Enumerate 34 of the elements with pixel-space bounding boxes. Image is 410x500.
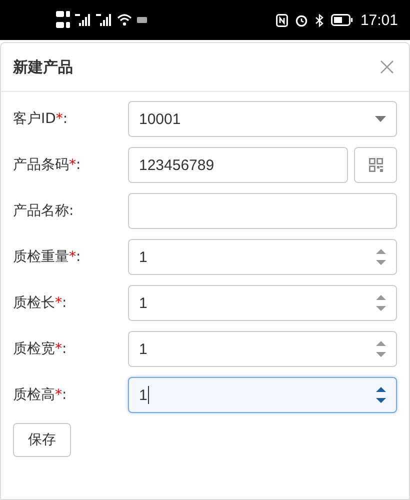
field-label: 产品条码*: bbox=[13, 156, 82, 174]
spinner-icon[interactable] bbox=[376, 294, 386, 312]
qr-code-icon bbox=[368, 158, 382, 172]
spinner-icon[interactable] bbox=[376, 340, 386, 358]
signal-icon bbox=[75, 14, 91, 26]
close-icon[interactable] bbox=[380, 60, 394, 74]
number-field[interactable]: 1 bbox=[128, 331, 397, 367]
spinner-icon[interactable] bbox=[376, 248, 386, 266]
wifi-icon bbox=[117, 14, 132, 26]
input-field[interactable]: 123456789 bbox=[128, 147, 348, 183]
dropdown-icon bbox=[375, 116, 386, 122]
select-field[interactable]: 10001 bbox=[128, 101, 397, 137]
keyboard-icon bbox=[137, 17, 147, 23]
field-label: 质检长*: bbox=[13, 294, 68, 312]
field-label: 质检高*: bbox=[13, 386, 68, 404]
field-label: 产品名称: bbox=[13, 202, 75, 220]
sim-icon bbox=[56, 9, 70, 31]
scan-button[interactable] bbox=[354, 147, 397, 183]
spinner-icon[interactable] bbox=[376, 386, 386, 404]
field-label: 质检重量*: bbox=[13, 248, 82, 266]
nfc-icon bbox=[276, 14, 288, 26]
number-field[interactable]: 1 bbox=[128, 377, 397, 413]
field-label: 质检宽*: bbox=[13, 340, 68, 358]
number-field[interactable]: 1 bbox=[128, 239, 397, 275]
save-button[interactable]: 保存 bbox=[13, 423, 71, 457]
signal-icon bbox=[96, 14, 112, 26]
battery-icon bbox=[331, 14, 354, 26]
clock-time: 17:01 bbox=[360, 12, 398, 28]
dialog-title: 新建产品 bbox=[13, 58, 73, 76]
field-label: 客户ID*: bbox=[13, 110, 69, 128]
bluetooth-icon bbox=[315, 14, 324, 26]
alarm-icon bbox=[295, 14, 308, 26]
number-field[interactable]: 1 bbox=[128, 285, 397, 321]
input-field[interactable] bbox=[128, 193, 397, 229]
